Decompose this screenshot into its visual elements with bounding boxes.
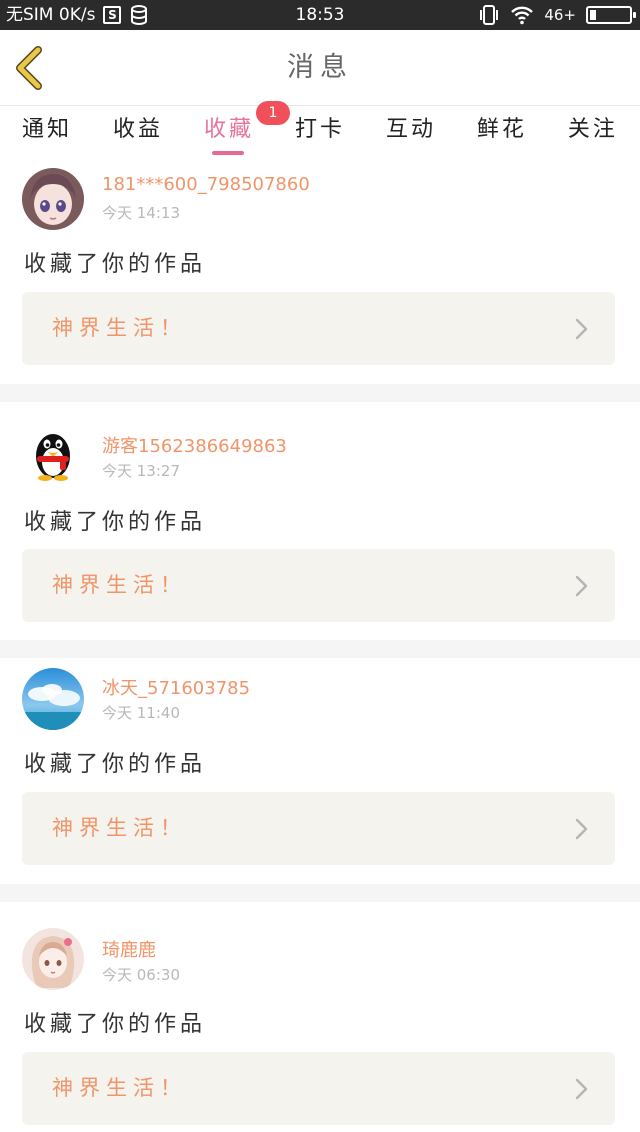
- tab-interactions[interactable]: 互动: [386, 107, 436, 157]
- tab-label: 收藏: [203, 117, 254, 142]
- tab-earnings[interactable]: 收益: [113, 107, 163, 157]
- vibrate-icon: [480, 5, 499, 25]
- tab-label: 互动: [385, 117, 436, 142]
- penguin-avatar-icon: [22, 422, 84, 484]
- action-text: 收藏了你的作品: [24, 510, 207, 535]
- tab-flowers[interactable]: 鲜花: [477, 107, 527, 157]
- status-bar: 无SIM 0K/s S 18:53 46+: [0, 0, 640, 30]
- timestamp: 今天 13:27: [102, 462, 180, 480]
- tab-label: 通知: [22, 117, 73, 142]
- status-right: 46+: [478, 0, 636, 30]
- action-text: 收藏了你的作品: [24, 752, 207, 777]
- tab-label: 打卡: [294, 117, 345, 142]
- sketch-girl-avatar-icon: [22, 928, 84, 990]
- timestamp: 今天 06:30: [102, 966, 180, 984]
- tab-label: 收益: [112, 117, 163, 142]
- username[interactable]: 冰天_571603785: [102, 674, 250, 700]
- work-title: 神界生活！: [52, 316, 187, 340]
- timestamp: 今天 14:13: [102, 204, 180, 222]
- chevron-right-icon: [575, 1078, 588, 1100]
- chevron-right-icon: [575, 818, 588, 840]
- page-title: 消息: [287, 52, 353, 83]
- anime-girl-avatar-icon: [22, 168, 84, 230]
- username[interactable]: 琦鹿鹿: [102, 936, 156, 962]
- chevron-right-icon: [575, 318, 588, 340]
- network-type: 46+: [544, 6, 576, 24]
- username[interactable]: 游客1562386649863: [102, 432, 287, 458]
- tab-following[interactable]: 关注: [568, 107, 618, 157]
- avatar[interactable]: [22, 168, 84, 230]
- avatar[interactable]: [22, 668, 84, 730]
- nav-bar: 消息: [0, 30, 640, 106]
- wifi-icon: [511, 6, 534, 25]
- active-tab-indicator: [211, 151, 244, 155]
- sky-avatar-icon: [22, 668, 84, 730]
- tab-notifications[interactable]: 通知: [22, 107, 72, 157]
- work-title: 神界生活！: [52, 573, 187, 597]
- avatar[interactable]: [22, 928, 84, 990]
- message-card: 冰天_571603785 今天 11:40 收藏了你的作品 神界生活！: [0, 658, 640, 884]
- username[interactable]: 181***600_798507860: [102, 174, 310, 195]
- action-text: 收藏了你的作品: [24, 252, 207, 277]
- message-card: 琦鹿鹿 今天 06:30 收藏了你的作品 神界生活！: [0, 902, 640, 1128]
- work-title: 神界生活！: [52, 816, 187, 840]
- work-link[interactable]: 神界生活！: [22, 549, 615, 622]
- card-divider: [0, 384, 640, 402]
- work-link[interactable]: 神界生活！: [22, 792, 615, 865]
- work-link[interactable]: 神界生活！: [22, 292, 615, 365]
- battery-icon: [586, 6, 636, 24]
- message-card: 游客1562386649863 今天 13:27 收藏了你的作品 神界生活！: [0, 402, 640, 628]
- avatar[interactable]: [22, 422, 84, 484]
- timestamp: 今天 11:40: [102, 704, 180, 722]
- work-link[interactable]: 神界生活！: [22, 1052, 615, 1125]
- card-divider: [0, 640, 640, 658]
- tab-checkin[interactable]: 打卡: [295, 107, 345, 157]
- message-list: 181***600_798507860 今天 14:13 收藏了你的作品 神界生…: [0, 158, 640, 1128]
- unread-badge: 1: [255, 101, 290, 125]
- message-card: 181***600_798507860 今天 14:13 收藏了你的作品 神界生…: [0, 158, 640, 384]
- tab-label: 鲜花: [476, 117, 527, 142]
- tab-label: 关注: [567, 117, 618, 142]
- tab-favorites[interactable]: 收藏 1: [203, 101, 290, 157]
- action-text: 收藏了你的作品: [24, 1012, 207, 1037]
- tab-bar: 通知 收益 收藏 1 打卡 互动 鲜花 关注: [0, 101, 640, 157]
- chevron-right-icon: [575, 575, 588, 597]
- work-title: 神界生活！: [52, 1076, 187, 1100]
- card-divider: [0, 884, 640, 902]
